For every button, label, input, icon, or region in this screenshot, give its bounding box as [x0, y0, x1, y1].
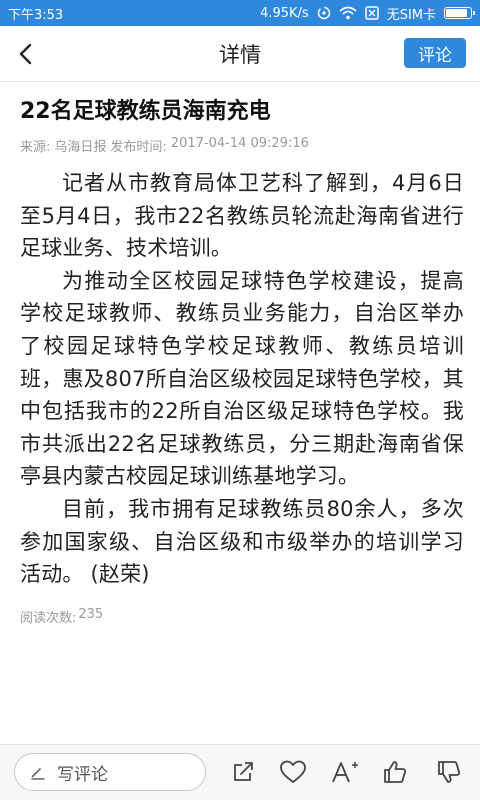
status-bar: 下午3:53 4.95K/s 无SIM卡	[0, 0, 480, 26]
publish-label: 发布时间:	[110, 140, 167, 155]
read-count-label: 阅读次数:	[20, 610, 77, 626]
article-body: 记者从市教育局体卫艺科了解到，4月6日至5月4日，我市22名教练员轮流赴海南省进…	[20, 167, 464, 591]
sim-icon	[364, 6, 379, 20]
thumb-up-icon[interactable]	[380, 757, 410, 787]
status-right: 4.95K/s 无SIM卡	[260, 4, 475, 23]
publish-time: 2017-04-14 09:29:16	[170, 136, 309, 151]
paragraph: 记者从市教育局体卫艺科了解到，4月6日至5月4日，我市22名教练员轮流赴海南省进…	[20, 171, 464, 261]
font-size-icon[interactable]	[330, 757, 360, 787]
page-title: 详情	[219, 42, 261, 67]
read-count-value: 235	[78, 606, 104, 622]
wifi-icon	[339, 6, 357, 20]
status-time: 下午3:53	[8, 7, 64, 23]
paragraph: 为推动全区校园足球特色学校建设，提高学校足球教师、教练员业务能力，自治区举办了校…	[20, 268, 464, 489]
read-count: 阅读次数: 235	[20, 607, 464, 626]
back-arrow-icon	[19, 43, 32, 65]
article-meta: 来源: 乌海日报 发布时间: 2017-04-14 09:29:16	[20, 136, 464, 155]
share-icon[interactable]	[228, 757, 258, 787]
header: 详情 评论	[0, 26, 480, 82]
hotspot-icon	[317, 6, 331, 20]
pencil-icon	[31, 768, 45, 780]
source-name: 乌海日报	[54, 140, 107, 155]
article-title: 22名足球教练员海南充电	[20, 99, 271, 124]
source-label: 来源:	[20, 140, 51, 155]
thumb-down-icon[interactable]	[434, 757, 464, 787]
network-speed: 4.95K/s	[260, 5, 309, 21]
battery-icon	[444, 7, 475, 19]
write-comment-placeholder: 写评论	[57, 764, 108, 785]
paragraph: 目前，我市拥有足球教练员80余人，多次参加国家级、自治区级和市级举办的培训学习活…	[20, 496, 464, 587]
comment-button[interactable]: 评论	[404, 38, 466, 68]
heart-icon[interactable]	[278, 757, 308, 787]
back-button[interactable]	[6, 34, 46, 74]
bottom-bar: 写评论	[0, 744, 480, 800]
article: 22名足球教练员海南充电 来源: 乌海日报 发布时间: 2017-04-14 0…	[20, 96, 464, 626]
battery-level	[446, 9, 468, 17]
sim-status: 无SIM卡	[386, 7, 436, 23]
write-comment-input[interactable]: 写评论	[14, 753, 206, 791]
